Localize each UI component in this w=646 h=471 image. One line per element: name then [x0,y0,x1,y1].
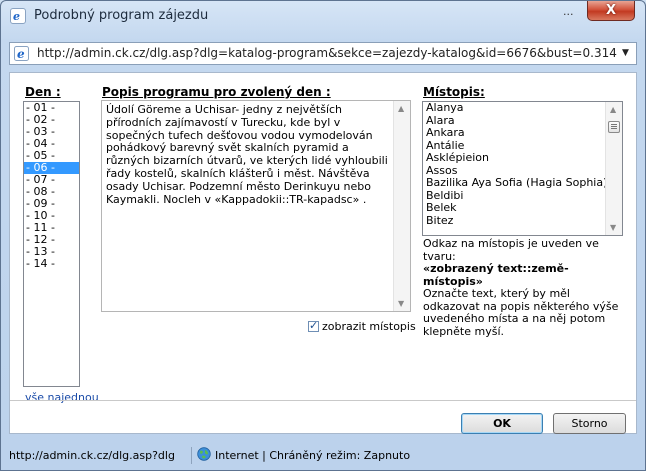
chevron-down-icon[interactable]: ▼ [622,48,629,58]
scroll-down-icon[interactable]: ▼ [610,223,616,232]
description-textarea[interactable]: Údolí Göreme a Uchisar- jedny z největší… [101,100,411,312]
help-line-1: Odkaz na místopis je uveden ve tvaru: [423,237,599,263]
description-scrollbar[interactable]: ▲ ▼ [393,101,410,311]
help-format-example: «zobrazený text::země-místopis» [423,262,569,288]
divider [10,400,636,401]
help-line-2: Označte text, který by měl odkazovat na … [423,287,619,338]
place-list-item[interactable]: Ankara [423,126,622,140]
address-bar[interactable]: e http://admin.ck.cz/dlg.asp?dlg=katalog… [9,42,637,65]
minimize-button[interactable]: ... [563,5,574,18]
place-list-item[interactable]: Asklépieion [423,151,622,165]
scroll-up-icon[interactable]: ▲ [610,105,616,114]
ie-page-icon: e [14,46,29,61]
days-heading: Den : [25,85,61,99]
show-places-checkbox[interactable]: zobrazit místopis [308,319,416,333]
scroll-thumb[interactable] [608,121,620,133]
security-zone: Internet | Chráněný režim: Zapnuto [215,449,411,462]
title-bar[interactable]: e Podrobný program zájezdu ... X [1,1,645,31]
day-listbox[interactable]: - 01 -- 02 -- 03 -- 04 -- 05 -- 06 -- 07… [23,101,80,387]
checkbox-checked-icon[interactable] [308,319,319,332]
window-title: Podrobný program zájezdu [34,8,209,23]
svg-text:e: e [17,47,25,61]
day-list-item[interactable]: - 14 - [24,258,79,270]
show-all-link[interactable]: vše najednou [25,391,99,404]
place-list-item[interactable]: Bitez [423,214,622,228]
status-bar: http://admin.ck.cz/dlg.asp?dlg Internet … [1,441,645,470]
svg-text:e: e [13,10,20,22]
scroll-down-icon[interactable]: ▼ [398,299,404,308]
place-list-item[interactable]: Bazilika Aya Sofia (Hagia Sophia) [423,176,622,190]
close-button[interactable]: X [587,1,635,21]
scroll-up-icon[interactable]: ▲ [398,104,404,113]
status-url: http://admin.ck.cz/dlg.asp?dlg [9,447,192,464]
address-url[interactable]: http://admin.ck.cz/dlg.asp?dlg=katalog-p… [37,46,617,60]
ie-logo-icon: e [10,8,26,24]
places-heading: Místopis: [423,85,485,99]
description-text[interactable]: Údolí Göreme a Uchisar- jedny z největší… [106,103,392,206]
close-icon: X [605,3,617,18]
dialog-window: e Podrobný program zájezdu ... X e http:… [0,0,646,471]
cancel-button[interactable]: Storno [553,413,626,434]
place-list-item[interactable]: Alanya [423,102,622,115]
places-listbox[interactable]: Alanya Alara Ankara Antálie Asklépieion Assos… [422,101,623,236]
ok-button[interactable]: OK [461,413,543,434]
dialog-content: Den : Popis programu pro zvolený den : M… [9,72,637,434]
place-list-item[interactable]: Belek [423,201,622,215]
globe-icon [197,447,211,461]
show-places-label: zobrazit místopis [322,320,416,333]
places-scrollbar[interactable]: ▲ ▼ [605,102,622,235]
places-help-text: Odkaz na místopis je uveden ve tvaru: «z… [423,237,628,338]
description-heading: Popis programu pro zvolený den : [102,85,331,99]
